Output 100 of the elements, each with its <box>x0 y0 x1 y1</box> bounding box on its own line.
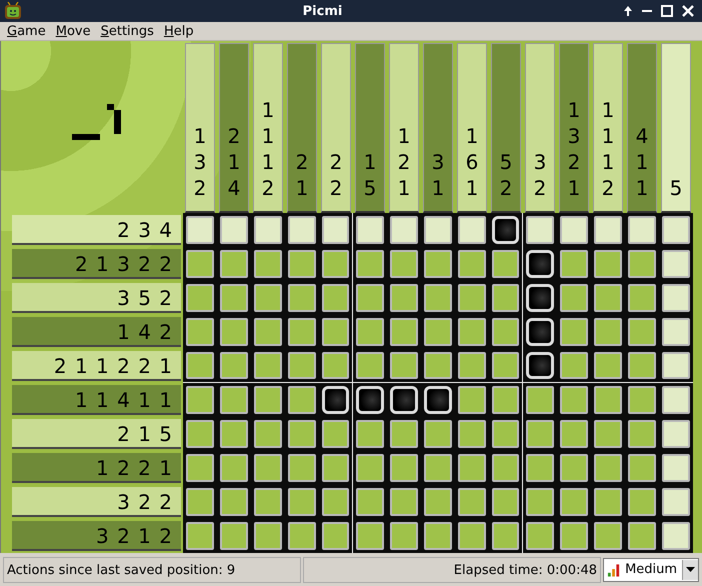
board-cell[interactable] <box>594 216 622 244</box>
board-cell[interactable] <box>662 318 690 346</box>
filled-cell[interactable] <box>322 386 349 414</box>
board-cell[interactable] <box>492 386 519 414</box>
board-cell[interactable] <box>220 386 248 414</box>
board-cell[interactable] <box>628 250 656 278</box>
maximize-icon[interactable] <box>661 5 673 17</box>
board-cell[interactable] <box>526 454 554 482</box>
board-cell[interactable] <box>254 250 282 278</box>
board-cell[interactable] <box>220 522 248 550</box>
close-icon[interactable] <box>682 5 694 17</box>
board-cell[interactable] <box>424 454 452 482</box>
menu-item[interactable]: Settings <box>96 24 159 38</box>
board-cell[interactable] <box>492 318 519 346</box>
board-cell[interactable] <box>492 420 519 448</box>
board-cell[interactable] <box>254 284 282 312</box>
board-cell[interactable] <box>322 216 349 244</box>
board-cell[interactable] <box>254 318 282 346</box>
board-cell[interactable] <box>220 488 248 516</box>
board-cell[interactable] <box>254 352 282 379</box>
board-cell[interactable] <box>322 318 349 346</box>
board-cell[interactable] <box>424 216 452 244</box>
board-cell[interactable] <box>356 318 384 346</box>
board-cell[interactable] <box>662 386 690 414</box>
menu-item[interactable]: Game <box>2 24 51 38</box>
difficulty-dropdown[interactable]: Medium <box>603 558 699 582</box>
minimize-icon[interactable] <box>642 10 652 12</box>
board-cell[interactable] <box>662 216 690 244</box>
board-cell[interactable] <box>594 454 622 482</box>
board-cell[interactable] <box>458 284 486 312</box>
board-cell[interactable] <box>662 488 690 516</box>
board-cell[interactable] <box>322 454 349 482</box>
board-cell[interactable] <box>254 488 282 516</box>
board-cell[interactable] <box>628 522 656 550</box>
board-cell[interactable] <box>424 250 452 278</box>
board-cell[interactable] <box>492 522 519 550</box>
board-cell[interactable] <box>186 420 214 448</box>
board-cell[interactable] <box>186 352 214 379</box>
filled-cell[interactable] <box>526 284 554 312</box>
board-cell[interactable] <box>560 488 588 516</box>
board-cell[interactable] <box>356 352 384 379</box>
filled-cell[interactable] <box>390 386 418 414</box>
board-cell[interactable] <box>424 284 452 312</box>
board-cell[interactable] <box>594 284 622 312</box>
board-cell[interactable] <box>186 284 214 312</box>
board-cell[interactable] <box>458 386 486 414</box>
board-cell[interactable] <box>594 386 622 414</box>
board-cell[interactable] <box>662 250 690 278</box>
board-cell[interactable] <box>662 420 690 448</box>
board-cell[interactable] <box>186 318 214 346</box>
board-cell[interactable] <box>356 216 384 244</box>
filled-cell[interactable] <box>526 352 554 379</box>
board-cell[interactable] <box>322 488 349 516</box>
board-cell[interactable] <box>526 488 554 516</box>
board-cell[interactable] <box>458 216 486 244</box>
board-cell[interactable] <box>458 318 486 346</box>
board-cell[interactable] <box>458 488 486 516</box>
board-cell[interactable] <box>424 420 452 448</box>
board-cell[interactable] <box>492 352 519 379</box>
board-cell[interactable] <box>288 454 316 482</box>
board-cell[interactable] <box>390 420 418 448</box>
board-cell[interactable] <box>628 318 656 346</box>
board-cell[interactable] <box>424 318 452 346</box>
board-cell[interactable] <box>492 284 519 312</box>
board-cell[interactable] <box>458 454 486 482</box>
board-cell[interactable] <box>288 522 316 550</box>
board-cell[interactable] <box>628 386 656 414</box>
filled-cell[interactable] <box>492 216 519 244</box>
board-cell[interactable] <box>458 420 486 448</box>
board-cell[interactable] <box>390 216 418 244</box>
board-cell[interactable] <box>662 284 690 312</box>
board-cell[interactable] <box>322 284 349 312</box>
board-cell[interactable] <box>594 420 622 448</box>
board-cell[interactable] <box>186 488 214 516</box>
board-cell[interactable] <box>492 250 519 278</box>
board-cell[interactable] <box>356 522 384 550</box>
board-cell[interactable] <box>288 250 316 278</box>
board-cell[interactable] <box>526 420 554 448</box>
board-cell[interactable] <box>186 216 214 244</box>
board-cell[interactable] <box>356 284 384 312</box>
board-cell[interactable] <box>628 454 656 482</box>
menu-item[interactable]: Help <box>158 24 199 38</box>
board-cell[interactable] <box>356 488 384 516</box>
board-cell[interactable] <box>594 250 622 278</box>
board-cell[interactable] <box>356 250 384 278</box>
board-cell[interactable] <box>186 454 214 482</box>
board-cell[interactable] <box>254 420 282 448</box>
board-cell[interactable] <box>288 386 316 414</box>
board-cell[interactable] <box>628 488 656 516</box>
board-cell[interactable] <box>560 352 588 379</box>
board-cell[interactable] <box>220 284 248 312</box>
board-cell[interactable] <box>254 216 282 244</box>
board-cell[interactable] <box>220 454 248 482</box>
board-cell[interactable] <box>356 454 384 482</box>
board-cell[interactable] <box>390 488 418 516</box>
board-cell[interactable] <box>662 454 690 482</box>
board-cell[interactable] <box>628 352 656 379</box>
board-cell[interactable] <box>390 318 418 346</box>
board-cell[interactable] <box>526 522 554 550</box>
board-cell[interactable] <box>458 352 486 379</box>
